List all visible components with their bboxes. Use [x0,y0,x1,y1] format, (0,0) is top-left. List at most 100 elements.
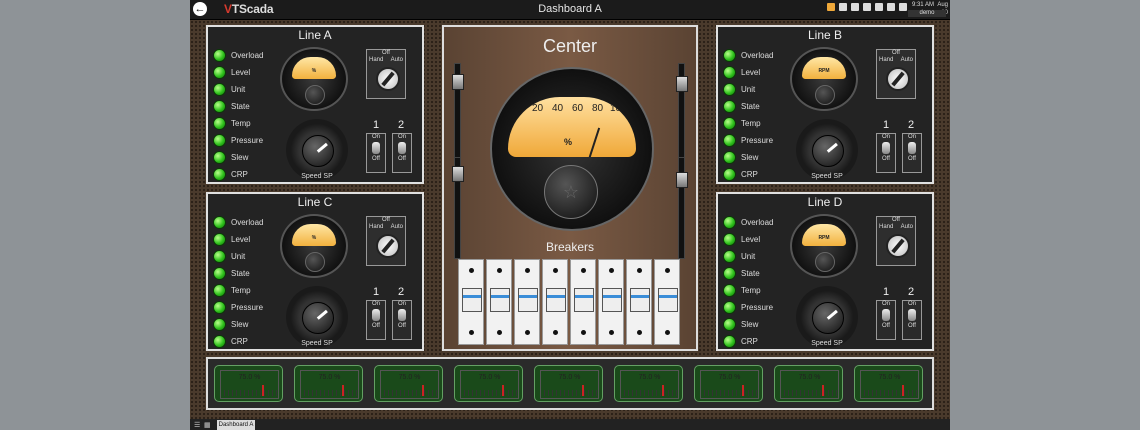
breaker-switch[interactable] [458,259,484,345]
dial-knob-icon[interactable] [302,135,334,167]
indicator-label: Pressure [231,136,264,145]
breaker-switch[interactable] [598,259,624,345]
indicator-label: Overload [741,218,774,227]
star-knob-icon[interactable]: ☆ [544,165,598,219]
indicator-row: CRP [723,333,773,350]
status-led-icon [723,233,736,246]
breaker-switch[interactable] [542,259,568,345]
indicator-row: Overload [723,47,773,64]
status-led-icon [213,49,226,62]
toggle-off-label: Off [398,156,406,162]
breaker-switch[interactable] [626,259,652,345]
user-badge[interactable]: demo [908,10,946,17]
breaker-switch[interactable] [570,259,596,345]
breaker-handle[interactable] [462,288,482,312]
breaker-handle[interactable] [518,288,538,312]
toggle-switch-2[interactable]: On Off [392,300,412,340]
back-button[interactable]: ← [193,2,207,16]
toggle-switch-1[interactable]: On Off [876,133,896,173]
breaker-switch[interactable] [486,259,512,345]
toggle-lever[interactable] [908,309,916,321]
breaker-handle[interactable] [630,288,650,312]
gear-icon[interactable] [863,3,871,11]
indicator-row: Level [723,231,773,248]
dial-knob-icon[interactable] [812,302,844,334]
toggle-switch-2[interactable]: On Off [392,133,412,173]
toggle-lever[interactable] [372,309,380,321]
toggle-on-label: On [397,134,406,140]
status-led-icon [213,284,226,297]
dial-knob-icon[interactable] [812,135,844,167]
toggle-lever[interactable] [908,142,916,154]
toggle-switch-1[interactable]: On Off [366,133,386,173]
speed-setpoint-dial[interactable] [286,119,348,181]
image-icon[interactable] [839,3,847,11]
meter-value: 75.0 % [478,374,501,381]
status-led-icon [723,66,736,79]
breaker-switch[interactable] [654,259,680,345]
toggle-switch-1[interactable]: On Off [876,300,896,340]
toggle-on-label: On [397,301,406,307]
indicator-row: Temp [213,282,263,299]
gauge-face: % [292,57,336,79]
status-led-icon [723,49,736,62]
toggle-switch-2[interactable]: On Off [902,133,922,173]
breaker-switch[interactable] [514,259,540,345]
toggle-lever[interactable] [372,142,380,154]
mode-selector[interactable]: Off Hand Auto [876,216,916,266]
speed-setpoint-dial[interactable] [796,286,858,348]
indicator-row: State [723,265,773,282]
breaker-handle[interactable] [602,288,622,312]
tag-icon[interactable] [851,3,859,11]
status-led-icon [213,267,226,280]
mini-meter: 75.0 % [694,365,763,402]
mode-selector[interactable]: Off Hand Auto [876,49,916,99]
toggle-lever[interactable] [398,142,406,154]
vu-gauge: RPM [790,47,858,111]
selector-knob-icon[interactable] [376,234,400,258]
toggle-switch-2[interactable]: On Off [902,300,922,340]
speed-setpoint-dial[interactable] [796,119,858,181]
breaker-handle[interactable] [490,288,510,312]
selector-hand-label: Hand [369,57,384,63]
toggle-lever[interactable] [398,309,406,321]
selector-auto-label: Auto [900,224,913,230]
slider-thumb[interactable] [452,166,464,182]
toggle-on-label: On [881,134,890,140]
save-icon[interactable] [875,3,883,11]
key-icon[interactable] [827,3,835,11]
toggle-switch-1[interactable]: On Off [366,300,386,340]
slider-thumb[interactable] [452,74,464,90]
line-panel: Line D Overload Level Unit State Temp Pressur… [716,192,934,351]
toggle-lever[interactable] [882,142,890,154]
breaker-dot [581,268,586,273]
mode-selector[interactable]: Off Hand Auto [366,49,406,99]
toggle-on-label: On [371,134,380,140]
status-led-icon [723,216,736,229]
indicator-row: CRP [723,166,773,183]
toolbar-icons [827,3,907,11]
selector-knob-icon[interactable] [886,234,910,258]
breaker-handle[interactable] [658,288,678,312]
mode-selector[interactable]: Off Hand Auto [366,216,406,266]
breaker-handle[interactable] [546,288,566,312]
menu-icon[interactable]: ☰ [194,421,200,429]
toggle-off-label: Off [398,323,406,329]
selector-knob-icon[interactable] [886,67,910,91]
indicator-list: Overload Level Unit State Temp Pressure Slew CR… [723,214,773,350]
scada-app: ← VTScada Dashboard A 9:31 AM Aug 10 dem… [190,0,950,430]
footer-bar: ☰ ▦ Dashboard A [190,419,950,430]
dial-knob-icon[interactable] [302,302,334,334]
slider-thumb[interactable] [676,76,688,92]
slider-thumb[interactable] [676,172,688,188]
indicator-label: Slew [231,153,249,162]
selector-knob-icon[interactable] [376,67,400,91]
indicator-label: State [231,102,250,111]
breaker-handle[interactable] [574,288,594,312]
meter-pointer [902,385,905,396]
speed-setpoint-dial[interactable] [286,286,348,348]
toggle-lever[interactable] [882,309,890,321]
print-icon[interactable] [887,3,895,11]
tab-dashboard-a[interactable]: Dashboard A [217,420,255,430]
grid-icon[interactable]: ▦ [204,421,211,429]
